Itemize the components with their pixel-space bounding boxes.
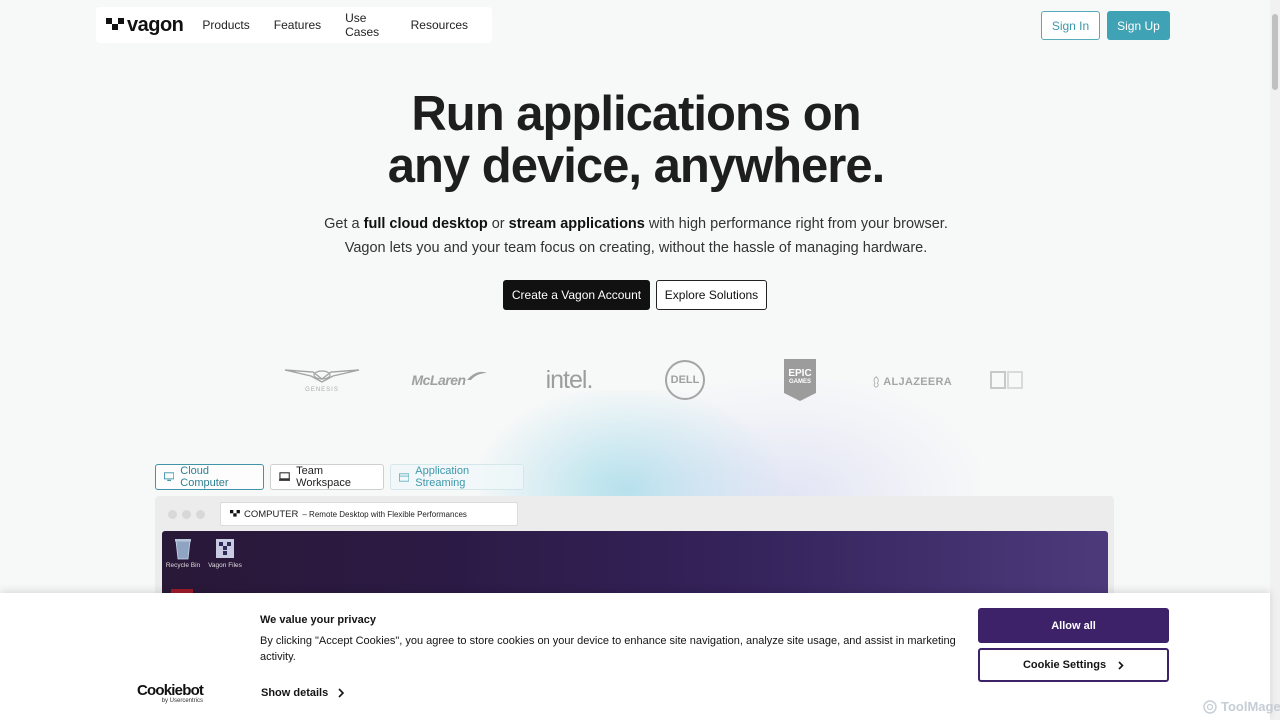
hero-sub-prefix: Get a [324,216,364,232]
dolby-logo-partial [990,371,1024,389]
url-strong-text: COMPUTER [244,508,299,520]
chevron-right-icon [1118,660,1124,670]
window-dot-close [168,510,177,519]
toolmage-text: ToolMage [1221,699,1280,714]
genesis-logo: GENESIS [282,364,362,396]
nav-link-resources[interactable]: Resources [411,18,468,32]
hero-sub-mid: or [487,216,509,232]
vagon-files-icon [216,539,234,558]
sign-up-button[interactable]: Sign Up [1107,11,1170,40]
tab-cloud-computer[interactable]: Cloud Computer [155,464,264,490]
cookie-banner: Cookiebot by Usercentrics We value your … [0,593,1270,720]
create-account-button[interactable]: Create a Vagon Account [503,280,650,310]
cookie-title: We value your privacy [260,614,376,626]
scrollbar-thumb[interactable] [1272,14,1278,90]
workspace-icon [279,472,291,481]
toolmage-logo-icon [1203,699,1217,714]
tab-team-workspace-label: Team Workspace [296,465,351,489]
vagon-small-icon [230,510,240,517]
hero-title-line2: any device, anywhere. [387,139,885,193]
aljazeera-emblem-icon [873,376,879,388]
hero-title-line1: Run applications on [411,87,861,141]
tab-team-workspace[interactable]: Team Workspace [270,464,384,490]
dolby-icon [990,371,1023,389]
dell-logo: DELL [665,360,705,400]
hero-sub-suffix: with high performance right from your br… [644,216,948,232]
mclaren-logo: McLaren [404,370,494,390]
vagon-logo-icon [106,18,124,32]
hero-sub-bold1: full cloud desktop [363,216,488,232]
show-details-link[interactable]: Show details [261,687,345,699]
cookiebot-logo: Cookiebot by Usercentrics [137,683,207,704]
aljazeera-logo: ALJAZEERA [872,370,952,394]
nav-link-features[interactable]: Features [274,18,321,32]
nav-link-use-cases[interactable]: Use Cases [345,11,387,39]
cookie-settings-button[interactable]: Cookie Settings [978,648,1169,682]
hero-subtitle: Get a full cloud desktop or stream appli… [0,212,1272,260]
toolmage-watermark: ToolMage [1203,699,1280,714]
desktop-icon-recycle-bin[interactable]: Recycle Bin [163,536,203,569]
show-details-label: Show details [261,687,329,699]
desktop-icon-vagon-files[interactable]: Vagon Files [205,536,245,569]
explore-solutions-button[interactable]: Explore Solutions [656,280,767,310]
tab-application-streaming-label: Application Streaming [415,465,470,489]
recycle-bin-label: Recycle Bin [165,562,201,569]
recycle-bin-icon [175,539,191,560]
logo-text: vagon [127,13,184,36]
nav-link-products[interactable]: Products [202,18,249,32]
games-text: GAMES [788,379,811,385]
vagon-files-label: Vagon Files [208,562,242,569]
allow-all-button[interactable]: Allow all [978,608,1169,643]
url-rest-text: – Remote Desktop with Flexible Performan… [302,509,467,519]
product-preview-window: COMPUTER – Remote Desktop with Flexible … [155,496,1114,596]
cookie-description: By clicking "Accept Cookies", you agree … [260,635,956,663]
hero-sub-bold2: stream applications [508,216,645,232]
genesis-text: GENESIS [305,387,339,393]
epic-text-group: EPIC GAMES [788,368,811,386]
preview-url-bar: COMPUTER – Remote Desktop with Flexible … [220,502,518,526]
mclaren-text: McLaren [411,372,466,388]
window-dot-maximize [196,510,205,519]
dell-text: DELL [670,374,700,386]
chevron-right-icon [338,688,345,698]
cookiebot-name: Cookiebot [137,682,204,699]
tab-application-streaming[interactable]: Application Streaming [390,464,524,490]
top-nav: vagon Products Features Use Cases Resour… [96,7,492,43]
window-icon [399,472,410,482]
hero-sub-line2: Vagon lets you and your team focus on cr… [344,240,928,256]
intel-text: intel. [545,365,594,394]
hero-title: Run applications on any device, anywhere… [0,88,1272,192]
vagon-logo[interactable]: vagon [106,13,184,37]
mclaren-swoosh-icon [466,371,487,380]
epic-games-logo: EPIC GAMES [782,359,818,401]
epic-text: EPIC [788,368,812,379]
tab-cloud-computer-label: Cloud Computer [180,465,229,489]
monitor-icon [164,472,175,482]
intel-logo: intel. [538,364,600,396]
aljazeera-text: ALJAZEERA [883,376,952,388]
window-dot-minimize [182,510,191,519]
cookie-settings-label: Cookie Settings [1022,659,1107,671]
sign-in-button[interactable]: Sign In [1041,11,1100,40]
genesis-wings-icon [284,369,360,383]
remote-desktop-screen: Recycle Bin Vagon Files [162,531,1108,596]
